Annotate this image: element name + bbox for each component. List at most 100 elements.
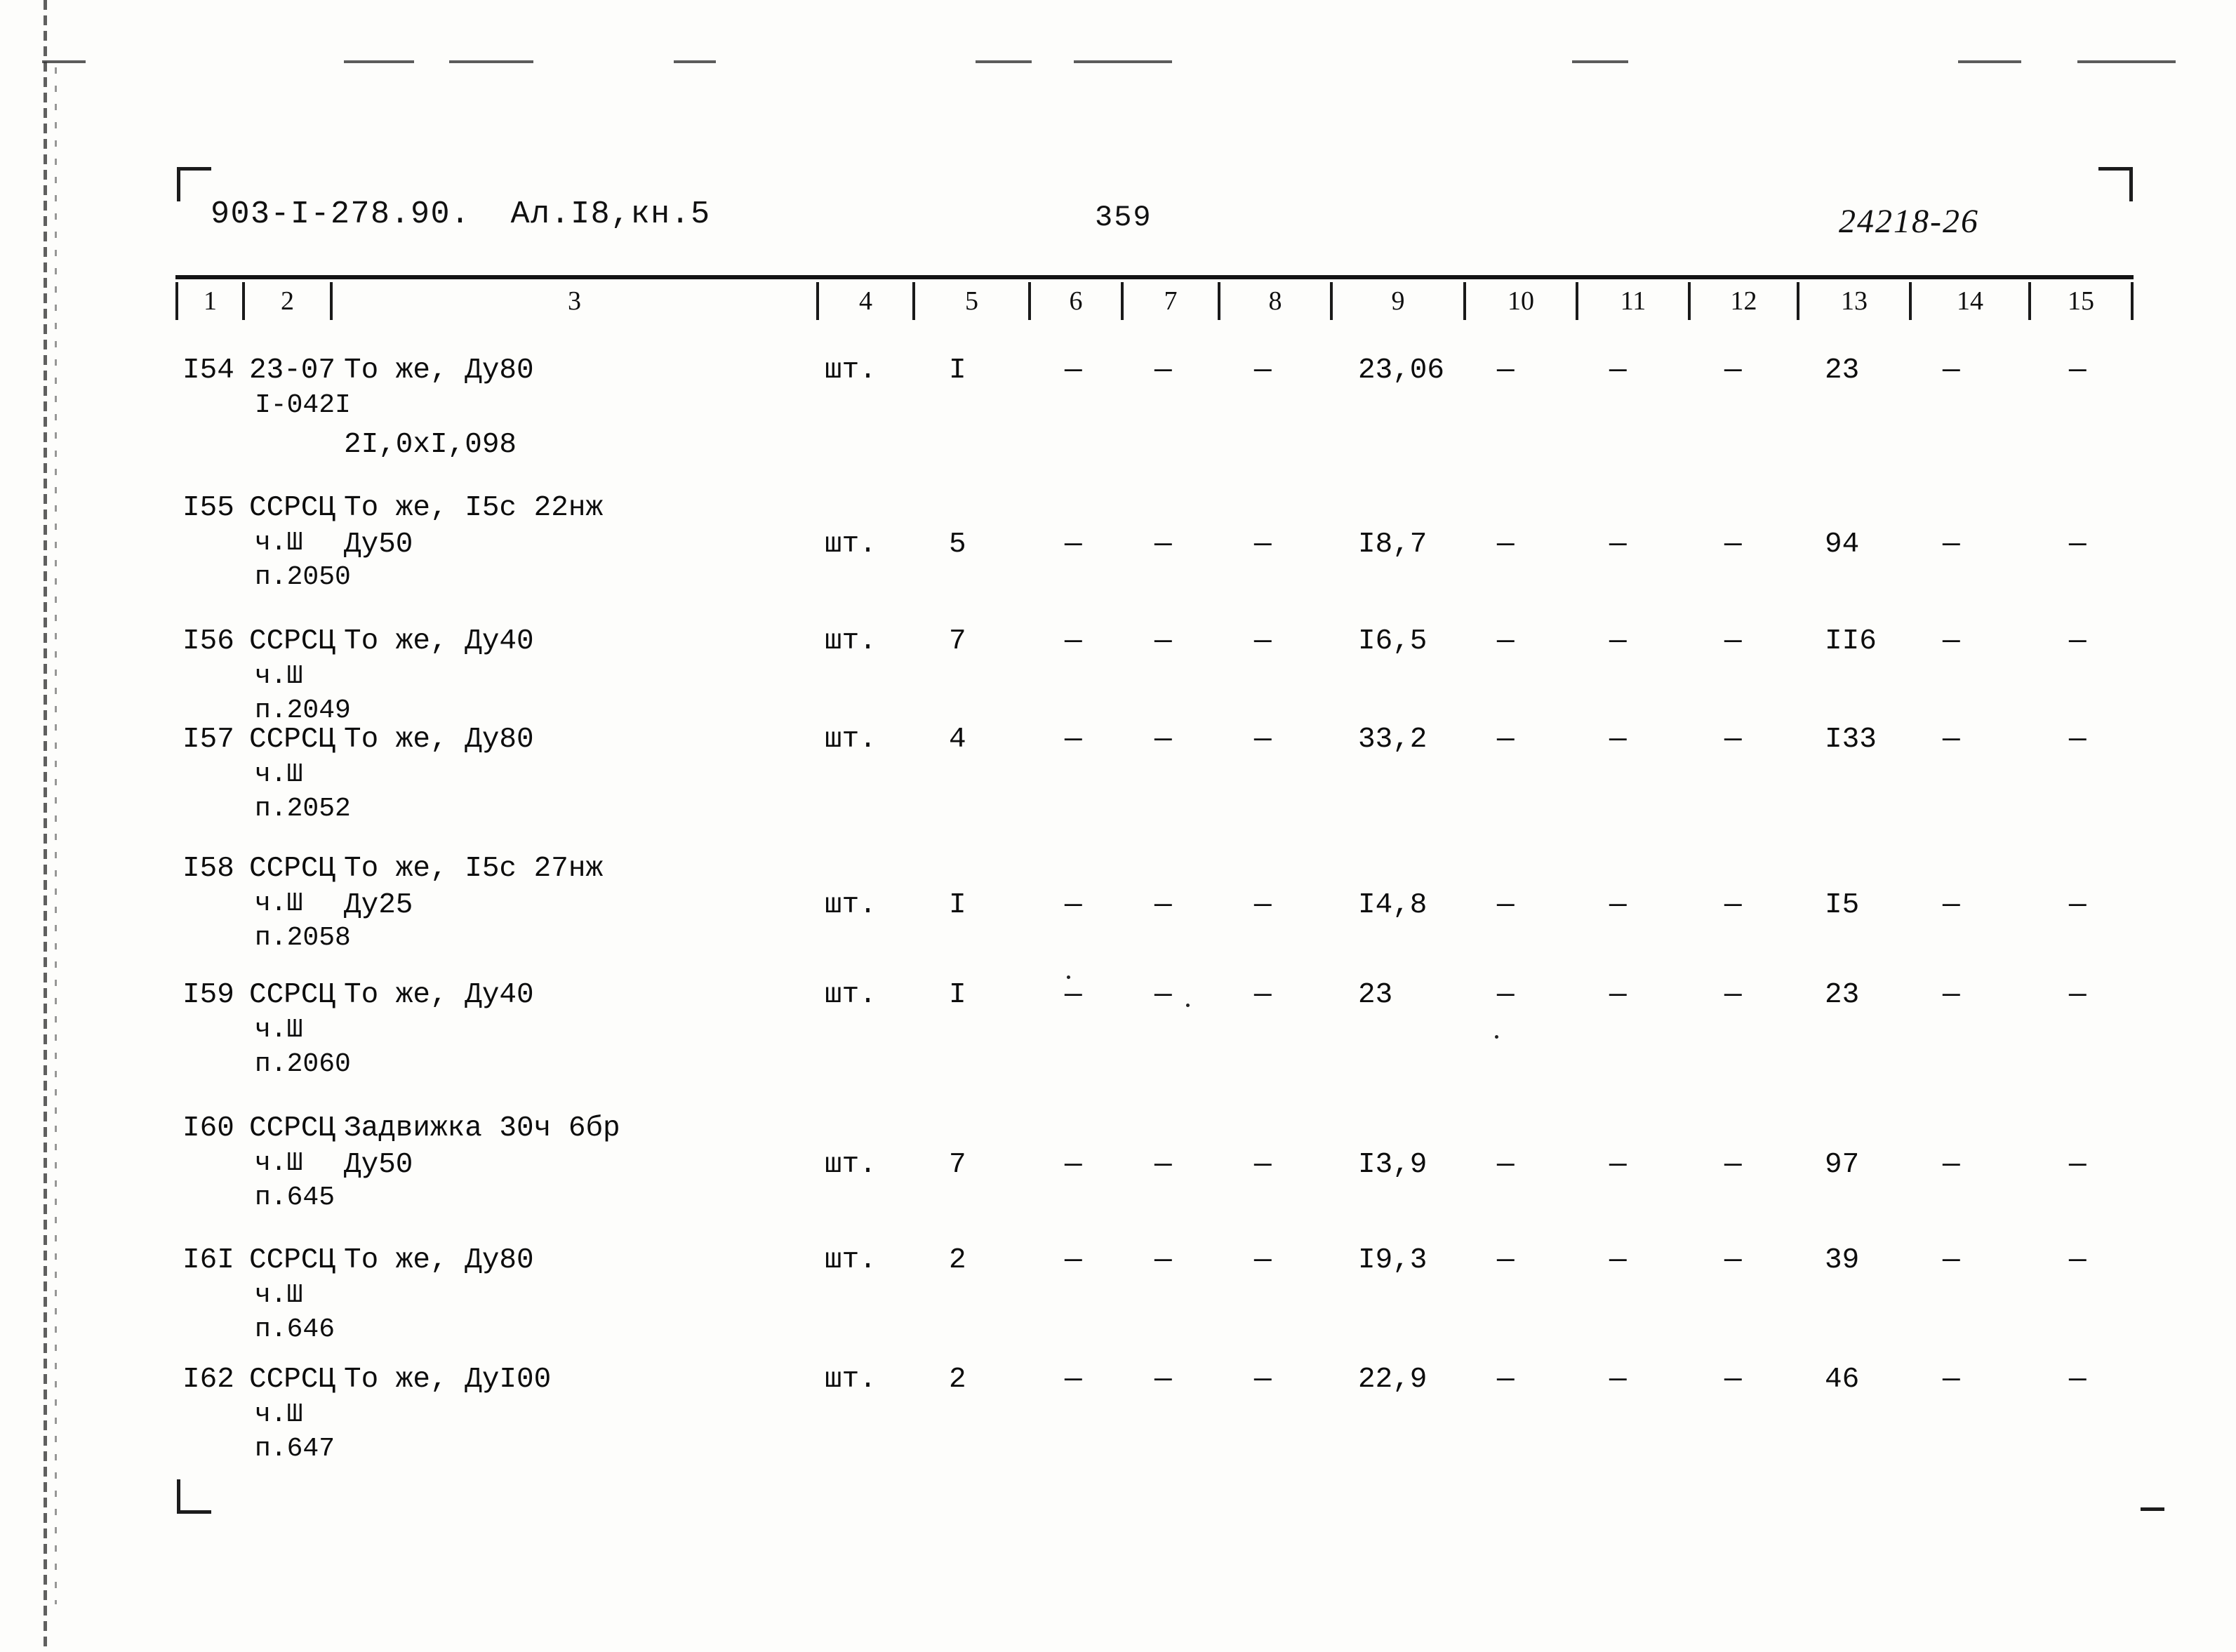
cell-position-number: I57 xyxy=(182,724,234,756)
cell-source-code: ССРСЦ ч.Ш п.2049 xyxy=(249,623,351,728)
source-code-line: ССРСЦ xyxy=(249,1364,336,1396)
cell-col10: — xyxy=(1497,979,1515,1011)
cell-col6: — xyxy=(1065,724,1082,756)
column-header-label: 3 xyxy=(568,286,581,316)
cell-col12: — xyxy=(1724,1244,1742,1277)
cell-quantity: 2 xyxy=(949,1364,966,1396)
cell-col10: — xyxy=(1497,889,1515,921)
cell-col15: — xyxy=(2069,1244,2087,1277)
table-column-number-band: 1 2 3 4 5 6 7 8 9 10 11 12 13 14 15 xyxy=(175,275,2134,320)
column-header-8: 8 xyxy=(1218,282,1330,320)
source-code-line: ч.Ш xyxy=(255,661,303,692)
cell-col12: — xyxy=(1724,354,1742,387)
scan-edge-artifact-left-inner xyxy=(55,67,57,1604)
cell-col12: — xyxy=(1724,724,1742,756)
cell-col11: — xyxy=(1609,354,1627,387)
cell-col9: I4,8 xyxy=(1358,889,1428,921)
cell-unit: шт. xyxy=(825,1149,877,1181)
cell-quantity: 5 xyxy=(949,528,966,561)
scanned-document-page: 903-I-278.90. Ал.I8,кн.5 359 24218-26 12… xyxy=(0,0,2236,1652)
cell-unit: шт. xyxy=(825,979,877,1011)
source-code-line: ч.Ш xyxy=(255,1399,303,1430)
cell-col15: — xyxy=(2069,979,2087,1011)
cell-col6: — xyxy=(1065,354,1082,387)
cell-col12: — xyxy=(1724,1364,1742,1396)
cell-col7: — xyxy=(1154,1149,1172,1181)
column-header-label: 10 xyxy=(1508,286,1534,316)
source-code-line: п.2050 xyxy=(255,562,351,593)
column-header-label: 6 xyxy=(1069,286,1083,316)
cell-position-number: I56 xyxy=(182,625,234,658)
source-code-line: п.2052 xyxy=(255,794,351,825)
source-code-line: п.645 xyxy=(255,1183,335,1213)
cell-col11: — xyxy=(1609,1149,1627,1181)
cell-col13: 23 xyxy=(1825,354,1860,387)
source-code-line: п.2060 xyxy=(255,1049,351,1080)
cell-col12: — xyxy=(1724,528,1742,561)
column-header-label: 8 xyxy=(1268,286,1282,316)
cell-col14: — xyxy=(1943,528,1960,561)
cell-col6: — xyxy=(1065,979,1082,1011)
table-row: I54 23-07 I-042I То же, Ду80 2I,0xI,098 шт. I —… xyxy=(175,352,2134,486)
column-header-4: 4 xyxy=(816,282,912,320)
cell-description-line2: Ду50 xyxy=(344,1149,413,1181)
cell-col11: — xyxy=(1609,724,1627,756)
cell-col13: II6 xyxy=(1825,625,1877,658)
column-header-label: 1 xyxy=(204,286,217,316)
cell-quantity: I xyxy=(949,889,966,921)
cell-col8: — xyxy=(1254,1244,1272,1277)
cell-description: То же, ДуI00 xyxy=(344,1364,552,1396)
cell-col9: I9,3 xyxy=(1358,1244,1428,1277)
cell-unit: шт. xyxy=(825,889,877,921)
page-number: 359 xyxy=(1095,201,1152,234)
cell-position-number: I54 xyxy=(182,354,234,387)
cell-source-code: ССРСЦ ч.Ш п.645 xyxy=(249,1110,335,1215)
cell-col10: — xyxy=(1497,724,1515,756)
cell-col11: — xyxy=(1609,889,1627,921)
cell-col8: — xyxy=(1254,1364,1272,1396)
column-header-2: 2 xyxy=(242,282,330,320)
table-row: I6I ССРСЦ ч.Ш п.646 То же, Ду80 шт. 2 — — — I9,3 — —… xyxy=(175,1242,2134,1375)
cell-source-code: ССРСЦ ч.Ш п.2060 xyxy=(249,977,351,1082)
cell-description: То же, Ду40 xyxy=(344,979,534,1011)
cell-col7: — xyxy=(1154,889,1172,921)
cell-col8: — xyxy=(1254,354,1272,387)
cell-col8: — xyxy=(1254,724,1272,756)
source-code-line: ч.Ш xyxy=(255,759,303,790)
cell-col7: — xyxy=(1154,528,1172,561)
cell-col10: — xyxy=(1497,625,1515,658)
registration-corner-top-left xyxy=(177,167,211,201)
cell-col6: — xyxy=(1065,1149,1082,1181)
cell-unit: шт. xyxy=(825,625,877,658)
cell-col8: — xyxy=(1254,528,1272,561)
cell-col9: I3,9 xyxy=(1358,1149,1428,1181)
cell-quantity: 2 xyxy=(949,1244,966,1277)
table-row: I55 ССРСЦ ч.Ш п.2050 То же, I5с 22нж Ду50 шт. 5… xyxy=(175,490,2134,623)
column-header-label: 13 xyxy=(1841,286,1868,316)
cell-col8: — xyxy=(1254,979,1272,1011)
scan-edge-artifact-left xyxy=(44,0,47,1652)
column-header-1: 1 xyxy=(175,282,242,320)
cell-unit: шт. xyxy=(825,724,877,756)
cell-unit: шт. xyxy=(825,354,877,387)
cell-col9: 22,9 xyxy=(1358,1364,1428,1396)
column-header-label: 2 xyxy=(281,286,294,316)
column-header-13: 13 xyxy=(1797,282,1909,320)
column-header-label: 12 xyxy=(1730,286,1757,316)
cell-position-number: I59 xyxy=(182,979,234,1011)
cell-col15: — xyxy=(2069,1364,2087,1396)
column-header-label: 5 xyxy=(965,286,978,316)
cell-col7: — xyxy=(1154,724,1172,756)
cell-col14: — xyxy=(1943,625,1960,658)
source-code-line: ССРСЦ xyxy=(249,1244,336,1277)
cell-description: То же, Ду80 xyxy=(344,724,534,756)
cell-col6: — xyxy=(1065,625,1082,658)
cell-col6: — xyxy=(1065,1244,1082,1277)
column-header-12: 12 xyxy=(1688,282,1797,320)
cell-col10: — xyxy=(1497,528,1515,561)
cell-col8: — xyxy=(1254,625,1272,658)
scan-speck xyxy=(1495,1035,1498,1039)
cell-col13: 97 xyxy=(1825,1149,1860,1181)
cell-col15: — xyxy=(2069,724,2087,756)
source-code-line: ССРСЦ xyxy=(249,853,336,885)
